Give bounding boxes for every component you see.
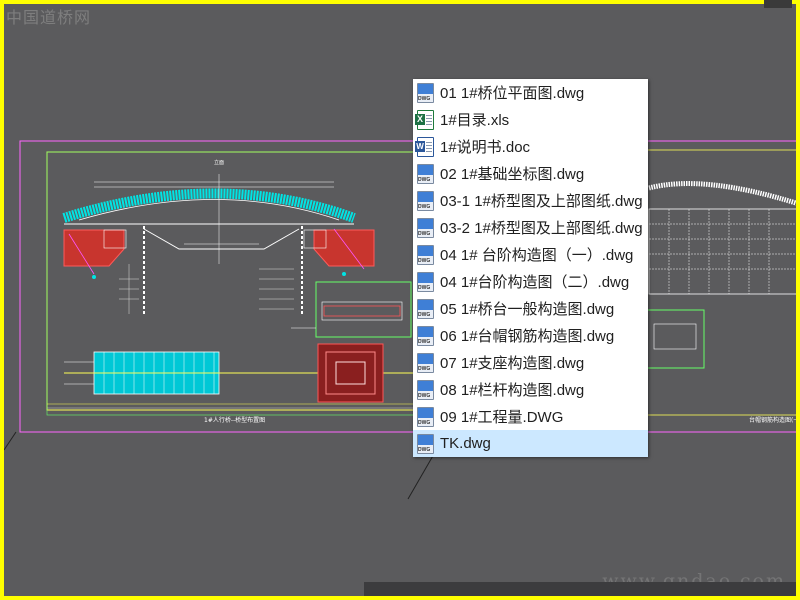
cad-drawing-canvas[interactable]: 1#人行桥--桥型布置图 台帽钢筋构造图(一) 立面 中国道桥网 www.gnd… [4,4,796,596]
drawing-title-right: 台帽钢筋构造图(一) [749,416,796,424]
status-bar-pager [764,0,792,8]
file-menu-item-label: 06 1#台帽钢筋构造图.dwg [440,328,615,345]
dwg-file-icon [417,82,434,103]
file-menu-item[interactable]: 03-2 1#桥型图及上部图纸.dwg [413,214,648,241]
file-menu-item-label: 05 1#桥台一般构造图.dwg [440,301,615,318]
file-menu-item[interactable]: 02 1#基础坐标图.dwg [413,160,648,187]
file-menu-item[interactable]: 03-1 1#桥型图及上部图纸.dwg [413,187,648,214]
dwg-file-icon [417,217,434,238]
file-menu-item-label: 03-2 1#桥型图及上部图纸.dwg [440,220,643,237]
dwg-file-icon [417,271,434,292]
status-bar [364,582,796,596]
file-menu-item[interactable]: 06 1#台帽钢筋构造图.dwg [413,322,648,349]
file-menu-item-label: 1#说明书.doc [440,139,531,156]
file-menu-item-label: 07 1#支座构造图.dwg [440,355,585,372]
file-menu-item[interactable]: TK.dwg [413,430,648,457]
bridge-drawing: 1#人行桥--桥型布置图 台帽钢筋构造图(一) 立面 [4,140,796,500]
file-menu-item[interactable]: 01 1#桥位平面图.dwg [413,79,648,106]
file-menu-item-label: TK.dwg [440,435,491,452]
file-menu-item-label: 1#目录.xls [440,112,510,129]
file-menu-item-label: 03-1 1#桥型图及上部图纸.dwg [440,193,643,210]
dwg-file-icon [417,352,434,373]
dwg-file-icon [417,244,434,265]
file-menu-item-label: 01 1#桥位平面图.dwg [440,85,585,102]
dwg-file-icon [417,163,434,184]
file-menu-item-label: 08 1#栏杆构造图.dwg [440,382,585,399]
file-menu-item[interactable]: 09 1#工程量.DWG [413,403,648,430]
file-list-menu: 01 1#桥位平面图.dwg 1#目录.xls 1#说明书.doc 02 1#基础坐标… [413,79,648,457]
file-menu-item[interactable]: 04 1# 台阶构造图（一）.dwg [413,241,648,268]
word-file-icon [415,136,434,157]
file-menu-item[interactable]: 1#目录.xls [413,106,648,133]
file-menu-item-label: 04 1#台阶构造图（二）.dwg [440,274,630,291]
excel-file-icon [415,109,434,130]
file-menu-item[interactable]: 05 1#桥台一般构造图.dwg [413,295,648,322]
file-menu-item-label: 02 1#基础坐标图.dwg [440,166,585,183]
dwg-file-icon [417,190,434,211]
dwg-file-icon [417,379,434,400]
watermark-top: 中国道桥网 [6,8,92,27]
dwg-file-icon [417,406,434,427]
file-menu-item-label: 09 1#工程量.DWG [440,409,564,426]
file-menu-item[interactable]: 1#说明书.doc [413,133,648,160]
file-menu-item[interactable]: 04 1#台阶构造图（二）.dwg [413,268,648,295]
file-menu-item-label: 04 1# 台阶构造图（一）.dwg [440,247,634,264]
dwg-file-icon [417,325,434,346]
file-menu-item[interactable]: 08 1#栏杆构造图.dwg [413,376,648,403]
drawing-title-left: 1#人行桥--桥型布置图 [204,416,265,424]
drawing-title-elevation: 立面 [214,159,224,166]
file-menu-item[interactable]: 07 1#支座构造图.dwg [413,349,648,376]
dwg-file-icon [417,433,434,454]
dwg-file-icon [417,298,434,319]
